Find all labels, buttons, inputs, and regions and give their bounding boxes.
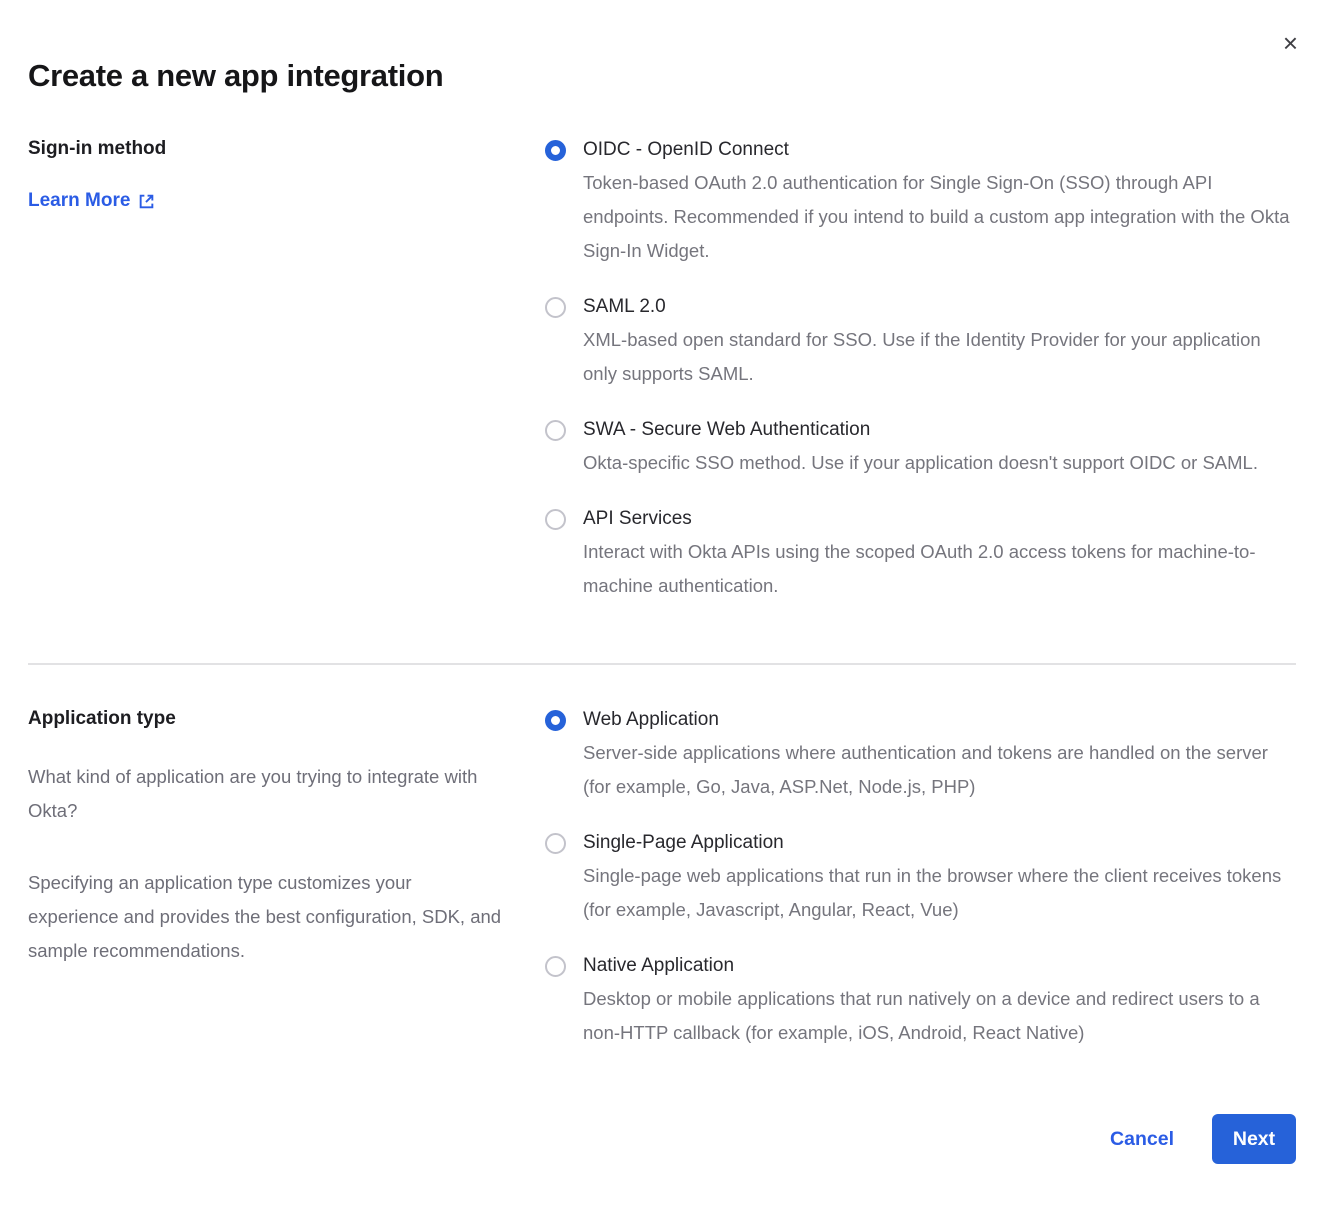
option-title: Native Application [583,954,1295,978]
radio-selected-icon[interactable] [545,710,566,731]
sign-in-method-label: Sign-in method [28,138,505,160]
radio-option-api-services[interactable]: API Services Interact with Okta APIs usi… [545,507,1296,603]
option-description: Desktop or mobile applications that run … [583,982,1295,1050]
radio-option-oidc[interactable]: OIDC - OpenID Connect Token-based OAuth … [545,138,1296,268]
application-type-helper-text: Specifying an application type customize… [28,866,505,968]
option-title: OIDC - OpenID Connect [583,138,1295,162]
option-description: Okta-specific SSO method. Use if your ap… [583,446,1258,480]
radio-option-saml[interactable]: SAML 2.0 XML-based open standard for SSO… [545,295,1296,391]
sign-in-method-section: Sign-in method Learn More OIDC - OpenID … [28,138,1296,603]
section-divider [28,663,1296,665]
radio-unselected-icon[interactable] [545,297,566,318]
radio-unselected-icon[interactable] [545,509,566,530]
radio-option-single-page-application[interactable]: Single-Page Application Single-page web … [545,831,1296,927]
application-type-helper-text: What kind of application are you trying … [28,760,505,828]
dialog-footer: Cancel Next [1110,1114,1296,1164]
option-description: Server-side applications where authentic… [583,736,1295,804]
radio-selected-icon[interactable] [545,140,566,161]
radio-option-web-application[interactable]: Web Application Server-side applications… [545,708,1296,804]
next-button[interactable]: Next [1212,1114,1296,1164]
option-description: Token-based OAuth 2.0 authentication for… [583,166,1295,268]
option-title: SWA - Secure Web Authentication [583,418,1258,442]
option-title: Web Application [583,708,1295,732]
option-title: API Services [583,507,1295,531]
learn-more-link[interactable]: Learn More [28,190,155,212]
application-type-section: Application type What kind of applicatio… [28,708,1296,1050]
radio-option-swa[interactable]: SWA - Secure Web Authentication Okta-spe… [545,418,1296,480]
option-title: SAML 2.0 [583,295,1295,319]
radio-unselected-icon[interactable] [545,956,566,977]
option-description: Interact with Okta APIs using the scoped… [583,535,1295,603]
cancel-button[interactable]: Cancel [1110,1128,1174,1151]
radio-unselected-icon[interactable] [545,420,566,441]
option-title: Single-Page Application [583,831,1295,855]
external-link-icon [138,193,155,210]
application-type-label: Application type [28,708,505,730]
page-title: Create a new app integration [28,58,1296,94]
radio-option-native-application[interactable]: Native Application Desktop or mobile app… [545,954,1296,1050]
option-description: Single-page web applications that run in… [583,859,1295,927]
radio-unselected-icon[interactable] [545,833,566,854]
create-app-integration-dialog: × Create a new app integration Sign-in m… [0,0,1332,1210]
learn-more-label: Learn More [28,190,130,212]
option-description: XML-based open standard for SSO. Use if … [583,323,1295,391]
close-icon[interactable]: × [1283,30,1298,56]
